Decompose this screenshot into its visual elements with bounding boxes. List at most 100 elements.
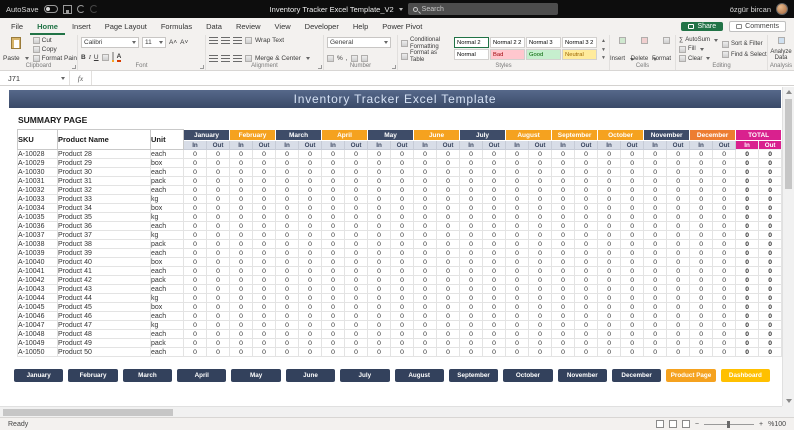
align-center-icon[interactable] xyxy=(221,55,230,62)
nav-button-december[interactable]: December xyxy=(611,369,662,382)
value-cell[interactable]: 0 xyxy=(436,248,461,258)
month-header-september[interactable]: September xyxy=(551,129,599,141)
value-cell[interactable]: 0 xyxy=(321,149,346,159)
total-out-cell[interactable]: 0 xyxy=(758,302,783,312)
total-in-cell[interactable]: 0 xyxy=(735,266,760,276)
product-name-cell[interactable]: Product 48 xyxy=(57,329,151,339)
value-cell[interactable]: 0 xyxy=(275,212,300,222)
value-cell[interactable]: 0 xyxy=(206,230,230,240)
value-cell[interactable]: 0 xyxy=(413,248,438,258)
value-cell[interactable]: 0 xyxy=(413,284,438,294)
value-cell[interactable]: 0 xyxy=(436,293,461,303)
unit-cell[interactable]: kg xyxy=(150,293,184,303)
value-cell[interactable]: 0 xyxy=(436,221,461,231)
value-cell[interactable]: 0 xyxy=(482,212,507,222)
out-header-july[interactable]: Out xyxy=(482,140,507,150)
value-cell[interactable]: 0 xyxy=(505,275,530,285)
value-cell[interactable]: 0 xyxy=(436,284,461,294)
value-cell[interactable]: 0 xyxy=(229,158,253,168)
currency-icon[interactable] xyxy=(327,55,334,62)
value-cell[interactable]: 0 xyxy=(528,338,553,348)
value-cell[interactable]: 0 xyxy=(229,311,253,321)
value-cell[interactable]: 0 xyxy=(413,311,438,321)
month-header-november[interactable]: November xyxy=(643,129,691,141)
value-cell[interactable]: 0 xyxy=(574,302,599,312)
value-cell[interactable]: 0 xyxy=(528,311,553,321)
total-out-cell[interactable]: 0 xyxy=(758,275,783,285)
value-cell[interactable]: 0 xyxy=(597,176,622,186)
value-cell[interactable]: 0 xyxy=(436,338,461,348)
value-cell[interactable]: 0 xyxy=(183,266,207,276)
value-cell[interactable]: 0 xyxy=(482,293,507,303)
value-cell[interactable]: 0 xyxy=(206,293,230,303)
value-cell[interactable]: 0 xyxy=(620,284,645,294)
value-cell[interactable]: 0 xyxy=(275,293,300,303)
unit-cell[interactable]: each xyxy=(150,221,184,231)
grow-font-button[interactable]: A˄ xyxy=(169,39,177,46)
value-cell[interactable]: 0 xyxy=(275,239,300,249)
value-cell[interactable]: 0 xyxy=(206,302,230,312)
product-name-cell[interactable]: Product 44 xyxy=(57,293,151,303)
unit-cell[interactable]: pack xyxy=(150,275,184,285)
value-cell[interactable]: 0 xyxy=(551,203,576,213)
value-cell[interactable]: 0 xyxy=(551,338,576,348)
value-cell[interactable]: 0 xyxy=(390,221,415,231)
total-in-cell[interactable]: 0 xyxy=(735,149,760,159)
share-button[interactable]: Share xyxy=(681,22,724,31)
sku-cell[interactable]: A-10047 xyxy=(17,320,58,330)
value-cell[interactable]: 0 xyxy=(275,338,300,348)
value-cell[interactable]: 0 xyxy=(436,347,461,357)
value-cell[interactable]: 0 xyxy=(390,194,415,204)
value-cell[interactable]: 0 xyxy=(413,239,438,249)
value-cell[interactable]: 0 xyxy=(712,230,737,240)
value-cell[interactable]: 0 xyxy=(459,284,484,294)
value-cell[interactable]: 0 xyxy=(551,311,576,321)
value-cell[interactable]: 0 xyxy=(574,347,599,357)
value-cell[interactable]: 0 xyxy=(712,176,737,186)
value-cell[interactable]: 0 xyxy=(528,203,553,213)
value-cell[interactable]: 0 xyxy=(367,239,392,249)
value-cell[interactable]: 0 xyxy=(689,293,714,303)
value-cell[interactable]: 0 xyxy=(689,167,714,177)
value-cell[interactable]: 0 xyxy=(367,158,392,168)
fill-button[interactable]: Fill xyxy=(679,45,718,53)
value-cell[interactable]: 0 xyxy=(505,221,530,231)
value-cell[interactable]: 0 xyxy=(505,167,530,177)
value-cell[interactable]: 0 xyxy=(620,194,645,204)
product-name-cell[interactable]: Product 40 xyxy=(57,257,151,267)
value-cell[interactable]: 0 xyxy=(436,203,461,213)
value-cell[interactable]: 0 xyxy=(298,320,323,330)
align-left-icon[interactable] xyxy=(209,55,218,62)
product-name-cell[interactable]: Product 42 xyxy=(57,275,151,285)
nav-button-march[interactable]: March xyxy=(122,369,173,382)
value-cell[interactable]: 0 xyxy=(666,185,691,195)
value-cell[interactable]: 0 xyxy=(321,167,346,177)
value-cell[interactable]: 0 xyxy=(459,239,484,249)
value-cell[interactable]: 0 xyxy=(712,248,737,258)
page-layout-view-icon[interactable] xyxy=(668,420,677,428)
value-cell[interactable]: 0 xyxy=(344,320,369,330)
in-header-november[interactable]: In xyxy=(643,140,668,150)
value-cell[interactable]: 0 xyxy=(505,266,530,276)
value-cell[interactable]: 0 xyxy=(620,302,645,312)
total-in-cell[interactable]: 0 xyxy=(735,203,760,213)
tab-page-layout[interactable]: Page Layout xyxy=(98,18,154,35)
value-cell[interactable]: 0 xyxy=(298,275,323,285)
value-cell[interactable]: 0 xyxy=(482,329,507,339)
value-cell[interactable]: 0 xyxy=(551,239,576,249)
total-out-cell[interactable]: 0 xyxy=(758,194,783,204)
value-cell[interactable]: 0 xyxy=(597,293,622,303)
value-cell[interactable]: 0 xyxy=(712,329,737,339)
value-cell[interactable]: 0 xyxy=(436,230,461,240)
page-break-view-icon[interactable] xyxy=(681,420,690,428)
total-in-cell[interactable]: 0 xyxy=(735,158,760,168)
value-cell[interactable]: 0 xyxy=(229,275,253,285)
value-cell[interactable]: 0 xyxy=(505,158,530,168)
value-cell[interactable]: 0 xyxy=(367,311,392,321)
value-cell[interactable]: 0 xyxy=(666,230,691,240)
value-cell[interactable]: 0 xyxy=(183,320,207,330)
style-bad[interactable]: Bad xyxy=(490,49,526,60)
value-cell[interactable]: 0 xyxy=(528,230,553,240)
sku-cell[interactable]: A-10036 xyxy=(17,221,58,231)
value-cell[interactable]: 0 xyxy=(459,347,484,357)
